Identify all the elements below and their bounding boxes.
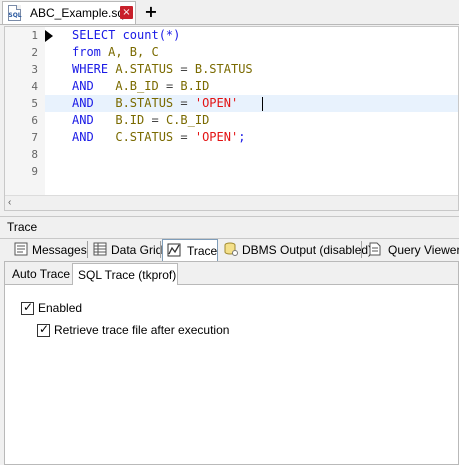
enabled-label: Enabled (38, 301, 83, 315)
code-token: B.STATUS (115, 96, 174, 110)
tab-messages[interactable]: Messages (10, 239, 88, 261)
trace-options-panel: Auto Trace SQL Trace (tkprof) ✓ Enabled … (4, 261, 459, 465)
code-token: B.ID (180, 79, 210, 93)
scroll-left-icon[interactable]: ‹ (8, 196, 11, 210)
trace-sub-tabs: Auto Trace SQL Trace (tkprof) (5, 262, 458, 285)
tab-sql-trace-label: SQL Trace (tkprof) (78, 268, 177, 282)
tab-auto-trace[interactable]: Auto Trace (7, 263, 71, 284)
retrieve-trace-label: Retrieve trace file after execution (54, 323, 230, 337)
line-number: 2 (31, 46, 38, 59)
code-token: 'OPEN' (194, 96, 239, 110)
dbms-output-icon (224, 242, 238, 256)
code-token: A.STATUS (115, 62, 174, 76)
tab-separator (87, 241, 88, 258)
code-token: B.ID (115, 113, 145, 127)
tab-data-grid[interactable]: Data Grid (89, 239, 163, 261)
close-tab-icon[interactable]: × (120, 6, 133, 19)
tab-sql-trace[interactable]: SQL Trace (tkprof) (72, 263, 178, 285)
code-token: = (173, 62, 195, 76)
code-line[interactable]: 4 AND A.B_ID = B.ID (5, 78, 458, 95)
code-text: AND A.B_ID = B.ID (72, 78, 209, 95)
code-token: = (173, 96, 195, 110)
tab-trace-label: Trace (187, 244, 218, 258)
code-token: = (144, 113, 166, 127)
code-text: AND B.STATUS = 'OPEN' (72, 95, 238, 112)
tab-auto-trace-label: Auto Trace (12, 267, 71, 281)
code-line[interactable]: 3 WHERE A.STATUS = B.STATUS (5, 61, 458, 78)
line-number: 3 (31, 63, 38, 76)
code-token: AND (72, 96, 116, 110)
code-token: C.B_ID (165, 113, 210, 127)
code-line[interactable]: 8 (5, 146, 458, 163)
tab-query-viewer[interactable]: Query Viewer (364, 239, 459, 261)
code-token: = (158, 79, 181, 93)
checkmark-icon: ✓ (23, 300, 34, 314)
code-token: AND (72, 79, 116, 93)
tab-separator (160, 241, 161, 258)
output-tabs: Messages Data Grid Trace DBMS Output (di… (0, 239, 459, 262)
sql-file-icon: SQL (8, 5, 22, 21)
line-number: 1 (31, 29, 38, 42)
code-token: ; (238, 130, 246, 144)
checkmark-icon: ✓ (39, 322, 50, 336)
code-token: C.STATUS (115, 130, 174, 144)
tab-messages-label: Messages (32, 243, 87, 257)
text-caret (262, 97, 263, 111)
line-number: 9 (31, 165, 38, 178)
code-token: AND (72, 130, 116, 144)
code-text: AND C.STATUS = 'OPEN'; (72, 129, 245, 146)
code-text: from A, B, C (72, 44, 159, 61)
new-tab-button[interactable]: + (140, 3, 162, 21)
code-token: B.STATUS (194, 62, 253, 76)
code-line[interactable]: 5 AND B.STATUS = 'OPEN' (5, 95, 458, 112)
code-token: = (173, 130, 195, 144)
code-text: AND B.ID = C.B_ID (72, 112, 209, 129)
trace-panel-header: Trace (0, 216, 459, 239)
tab-query-viewer-label: Query Viewer (388, 243, 459, 257)
code-line[interactable]: 2 from A, B, C (5, 44, 458, 61)
code-line[interactable]: 9 (5, 163, 458, 180)
sql-file-icon-text: SQL (8, 12, 22, 19)
tab-dbms-output[interactable]: DBMS Output (disabled) (220, 239, 372, 261)
code-text: SELECT count(*) (72, 27, 180, 44)
tab-data-grid-label: Data Grid (111, 243, 163, 257)
line-number: 4 (31, 80, 38, 93)
document-tab-abc-example[interactable]: SQL ABC_Example.sql × (2, 1, 136, 24)
trace-icon (167, 243, 181, 257)
line-number: 8 (31, 148, 38, 161)
code-text: WHERE A.STATUS = B.STATUS (72, 61, 253, 78)
document-tab-strip: SQL ABC_Example.sql × + (0, 0, 459, 25)
line-number: 5 (31, 97, 38, 110)
retrieve-trace-checkbox[interactable]: ✓ (37, 322, 50, 337)
horizontal-scrollbar[interactable]: ‹ (5, 195, 458, 210)
code-token: SELECT (72, 28, 123, 42)
code-line[interactable]: 1 SELECT count(*) (5, 27, 458, 44)
code-token: AND (72, 113, 116, 127)
query-viewer-icon (369, 242, 381, 256)
tab-dbms-output-label: DBMS Output (disabled) (242, 243, 373, 257)
messages-icon (14, 242, 28, 256)
code-line[interactable]: 6 AND B.ID = C.B_ID (5, 112, 458, 129)
code-token: WHERE (72, 62, 116, 76)
code-token: A, B, C (108, 45, 159, 59)
code-token: 'OPEN' (194, 130, 239, 144)
code-token: from (72, 45, 109, 59)
tab-trace[interactable]: Trace (162, 239, 218, 262)
code-token: count(*) (122, 28, 181, 42)
line-number: 6 (31, 114, 38, 127)
sql-editor[interactable]: 1 SELECT count(*) 2 from A, B, C 3 WHERE A.ST… (4, 26, 459, 211)
document-tab-label: ABC_Example.sql (30, 6, 127, 20)
data-grid-icon (93, 242, 107, 256)
tab-separator (361, 241, 362, 258)
code-token: A.B_ID (115, 79, 159, 93)
trace-panel-title: Trace (7, 220, 38, 234)
code-line[interactable]: 7 AND C.STATUS = 'OPEN'; (5, 129, 458, 146)
enabled-checkbox[interactable]: ✓ (21, 300, 34, 315)
line-number: 7 (31, 131, 38, 144)
